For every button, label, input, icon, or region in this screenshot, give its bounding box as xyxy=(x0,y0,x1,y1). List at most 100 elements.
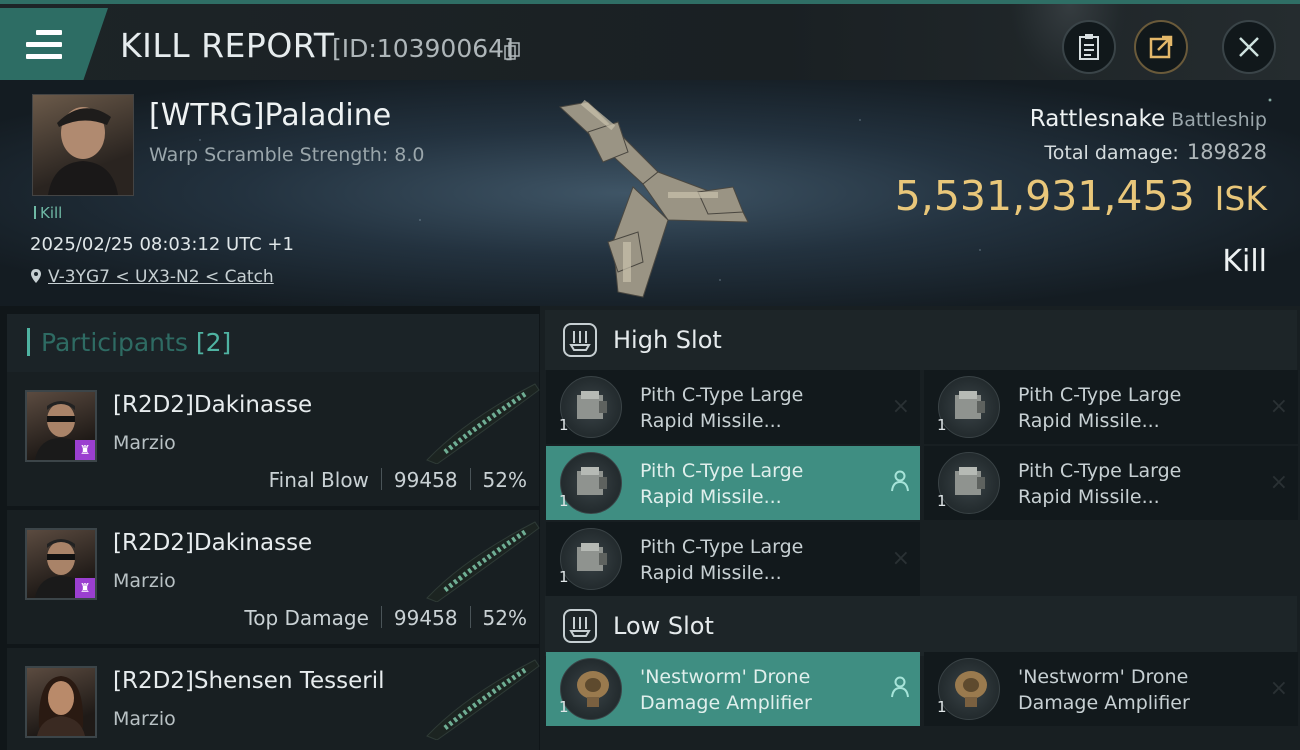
kill-tag: Kill xyxy=(34,204,62,222)
participant-row[interactable]: [R2D2]Shensen Tesseril Marzio xyxy=(7,648,540,750)
participant-avatar: ♜ xyxy=(25,528,97,600)
victim-name[interactable]: [WTRG]Paladine xyxy=(149,98,391,133)
fitting-panel: High Slot 1 Pith C-Type Large Rapid Miss… xyxy=(540,306,1300,750)
module-item[interactable]: 1 Pith C-Type Large Rapid Missile... × xyxy=(546,522,920,596)
participant-corp: Marzio xyxy=(113,708,176,730)
divider xyxy=(469,468,471,490)
module-quantity: 1 xyxy=(559,492,569,510)
location-link[interactable]: V-3YG7 < UX3-N2 < Catch xyxy=(48,267,274,287)
participant-row[interactable]: ♜ [R2D2]Dakinasse Marzio Final Blow 99458… xyxy=(7,372,540,506)
module-quantity: 1 xyxy=(559,568,569,586)
participant-row[interactable]: ♜ [R2D2]Dakinasse Marzio Top Damage 99458… xyxy=(7,510,540,644)
module-quantity: 1 xyxy=(559,416,569,434)
isk-amount: 5,531,931,453 xyxy=(894,172,1195,220)
kill-result: Kill xyxy=(1222,244,1267,279)
portrait-image xyxy=(48,107,118,195)
module-item[interactable]: 1 'Nestworm' Drone Damage Amplifier × xyxy=(924,652,1298,726)
ship-name-text: Rattlesnake xyxy=(1029,106,1166,132)
destroyed-icon: × xyxy=(891,546,910,571)
divider xyxy=(380,606,382,628)
role-badge-icon: ♜ xyxy=(75,578,95,598)
module-item[interactable]: 1 Pith C-Type Large Rapid Missile... xyxy=(546,446,920,520)
total-damage-value: 189828 xyxy=(1186,140,1267,164)
participants-header[interactable]: Participants [2] xyxy=(7,314,539,372)
high-slot-header: High Slot xyxy=(545,310,1297,370)
low-slot-title: Low Slot xyxy=(613,612,714,640)
participant-name: [R2D2]Shensen Tesseril xyxy=(113,668,385,694)
module-name: 'Nestworm' Drone Damage Amplifier xyxy=(640,666,812,714)
kill-location[interactable]: V-3YG7 < UX3-N2 < Catch xyxy=(30,267,274,287)
participant-corp: Marzio xyxy=(113,432,176,454)
participant-stats: Final Blow 99458 52% xyxy=(269,468,527,492)
divider xyxy=(469,606,471,628)
destroyed-icon: × xyxy=(1269,470,1288,495)
module-item[interactable]: 1 'Nestworm' Drone Damage Amplifier xyxy=(546,652,920,726)
module-quantity: 1 xyxy=(937,698,947,716)
module-name: Pith C-Type Large Rapid Missile... xyxy=(1018,384,1182,432)
participant-avatar xyxy=(25,666,97,738)
module-name: Pith C-Type Large Rapid Missile... xyxy=(640,384,804,432)
dropped-person-icon xyxy=(890,676,910,704)
module-item[interactable]: 1 Pith C-Type Large Rapid Missile... × xyxy=(924,446,1298,520)
isk-unit: ISK xyxy=(1214,179,1267,218)
victim-ship-image[interactable] xyxy=(548,92,758,302)
clipboard-icon xyxy=(1079,34,1099,60)
missile-launcher-icon xyxy=(560,528,622,590)
victim-portrait[interactable] xyxy=(32,94,134,196)
module-name: Pith C-Type Large Rapid Missile... xyxy=(640,460,804,508)
low-slot-header: Low Slot xyxy=(545,596,1297,656)
participants-count: [2] xyxy=(195,328,232,357)
participant-role: Final Blow xyxy=(268,468,369,492)
page-title: KILL REPORT xyxy=(120,26,335,65)
close-icon xyxy=(1239,37,1259,57)
participant-name: [R2D2]Dakinasse xyxy=(113,530,313,556)
participant-name: [R2D2]Dakinasse xyxy=(113,392,313,418)
module-quantity: 1 xyxy=(937,416,947,434)
copy-icon[interactable] xyxy=(504,42,520,60)
destroyed-icon: × xyxy=(1269,394,1288,419)
participant-corp: Marzio xyxy=(113,570,176,592)
high-slot-icon xyxy=(563,323,597,357)
participant-avatar: ♜ xyxy=(25,390,97,462)
warp-strength: Warp Scramble Strength: 8.0 xyxy=(149,144,425,166)
destroyed-icon: × xyxy=(1269,676,1288,701)
participants-label: Participants xyxy=(41,328,188,357)
participants-title: Participants [2] xyxy=(41,328,231,357)
clipboard-button[interactable] xyxy=(1062,20,1116,74)
module-quantity: 1 xyxy=(937,492,947,510)
module-name: Pith C-Type Large Rapid Missile... xyxy=(1018,460,1182,508)
menu-button[interactable] xyxy=(0,8,108,84)
module-name: Pith C-Type Large Rapid Missile... xyxy=(640,536,804,584)
missile-launcher-icon xyxy=(938,452,1000,514)
drone-amplifier-icon xyxy=(938,658,1000,720)
total-damage-label: Total damage: xyxy=(1044,142,1179,164)
divider xyxy=(380,468,382,490)
module-item[interactable]: 1 Pith C-Type Large Rapid Missile... × xyxy=(546,370,920,444)
header-bar: KILL REPORT [ID:10390064] xyxy=(0,0,1300,84)
share-button[interactable] xyxy=(1134,20,1188,74)
accent-bar xyxy=(27,328,30,356)
low-slot-icon xyxy=(563,609,597,643)
ship-class: Battleship xyxy=(1171,109,1267,131)
participant-damage: 99458 xyxy=(393,468,458,492)
missile-launcher-icon xyxy=(560,452,622,514)
participant-role: Top Damage xyxy=(244,606,369,630)
kill-datetime: 2025/02/25 08:03:12 UTC +1 xyxy=(30,234,294,255)
participant-ship-icon xyxy=(426,383,540,464)
location-pin-icon xyxy=(31,269,41,283)
close-button[interactable] xyxy=(1222,20,1276,74)
participant-ship-icon xyxy=(426,521,540,602)
victim-summary: [WTRG]Paladine Warp Scramble Strength: 8… xyxy=(0,80,1300,306)
destroyed-icon: × xyxy=(891,394,910,419)
hamburger-icon xyxy=(26,30,62,66)
module-item[interactable]: 1 Pith C-Type Large Rapid Missile... × xyxy=(924,370,1298,444)
total-damage: Total damage: 189828 xyxy=(1044,140,1267,164)
drone-amplifier-icon xyxy=(560,658,622,720)
dropped-person-icon xyxy=(890,470,910,498)
participant-stats: Top Damage 99458 52% xyxy=(244,606,527,630)
share-icon xyxy=(1149,35,1173,59)
high-slot-title: High Slot xyxy=(613,326,722,354)
victim-ship-name: Rattlesnake Battleship xyxy=(1030,106,1267,132)
module-name: 'Nestworm' Drone Damage Amplifier xyxy=(1018,666,1190,714)
report-id: [ID:10390064] xyxy=(332,34,514,63)
